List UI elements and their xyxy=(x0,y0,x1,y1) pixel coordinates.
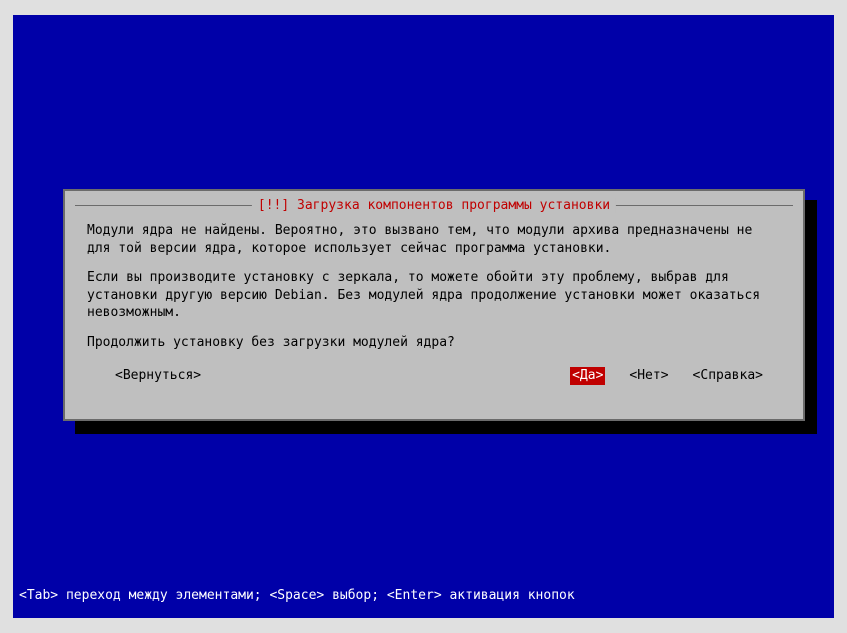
dialog-content: Модули ядра не найдены. Вероятно, это вы… xyxy=(75,206,793,385)
help-bar: <Tab> переход между элементами; <Space> … xyxy=(19,588,575,603)
dialog-box: [!!] Загрузка компонентов программы уста… xyxy=(63,189,805,421)
dialog-question: Продолжить установку без загрузки модуле… xyxy=(87,334,781,352)
no-button[interactable]: <Нет> xyxy=(629,367,668,385)
dialog-paragraph-2: Если вы производите установку с зеркала,… xyxy=(87,269,781,322)
back-button[interactable]: <Вернуться> xyxy=(115,367,201,385)
yes-button[interactable]: <Да> xyxy=(570,367,605,385)
dialog-border: [!!] Загрузка компонентов программы уста… xyxy=(75,205,793,407)
button-row: <Вернуться> <Да> <Нет> <Справка> xyxy=(87,367,781,385)
dialog-paragraph-1: Модули ядра не найдены. Вероятно, это вы… xyxy=(87,222,781,257)
help-button[interactable]: <Справка> xyxy=(693,367,763,385)
dialog-title: [!!] Загрузка компонентов программы уста… xyxy=(252,198,616,213)
terminal-screen: [!!] Загрузка компонентов программы уста… xyxy=(13,15,834,618)
